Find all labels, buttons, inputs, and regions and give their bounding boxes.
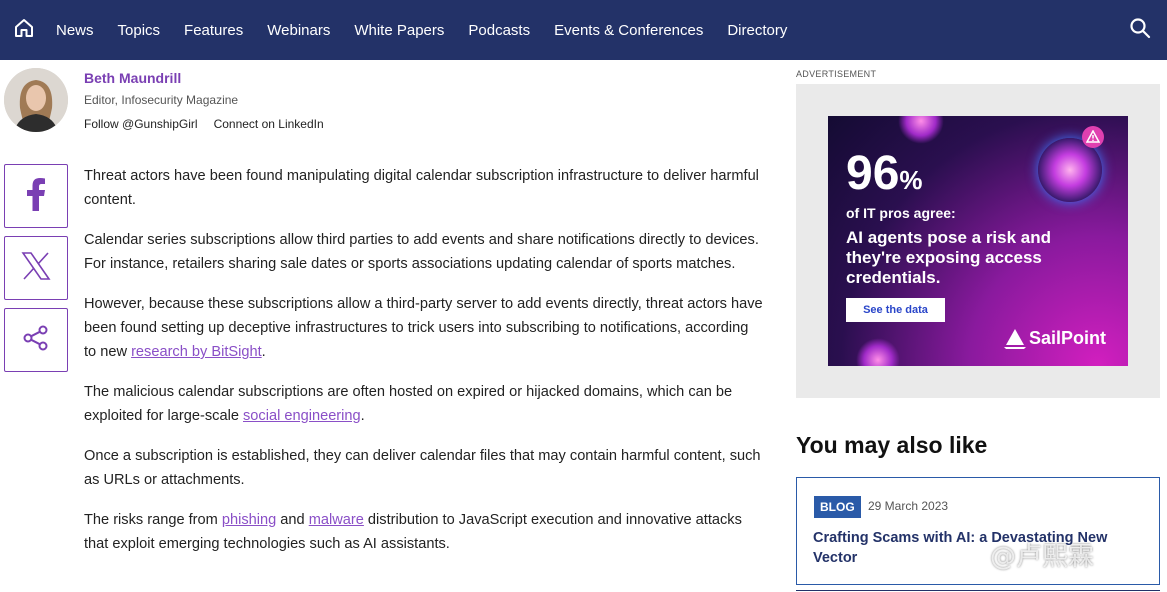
- facebook-icon: [26, 177, 46, 216]
- share-button[interactable]: [4, 308, 68, 372]
- sailpoint-sail-icon: [1004, 328, 1026, 349]
- follow-twitter-link[interactable]: Follow @GunshipGirl: [84, 117, 198, 131]
- sailpoint-logo: SailPoint: [1004, 328, 1106, 349]
- home-icon[interactable]: [13, 17, 35, 39]
- malware-link[interactable]: malware: [309, 512, 364, 528]
- nav-link-podcasts[interactable]: Podcasts: [468, 22, 530, 39]
- article-paragraph: The malicious calendar subscriptions are…: [84, 380, 764, 428]
- sailpoint-ad-banner[interactable]: 96% of IT pros agree: AI agents pose a r…: [828, 116, 1128, 366]
- bitsight-research-link[interactable]: research by BitSight: [131, 344, 262, 360]
- related-section-title: You may also like: [796, 432, 988, 458]
- section-divider: [796, 590, 1160, 591]
- sailpoint-brand-text: SailPoint: [1029, 328, 1107, 348]
- share-icon: [22, 324, 50, 357]
- ad-subhead: of IT pros agree:: [846, 205, 956, 221]
- nav-link-news[interactable]: News: [56, 22, 94, 39]
- ad-orb-graphic: [898, 116, 944, 144]
- card-date: 29 March 2023: [868, 499, 949, 513]
- connect-linkedin-link[interactable]: Connect on LinkedIn: [214, 117, 324, 131]
- author-role: Editor, Infosecurity Magazine: [84, 93, 239, 107]
- ad-message: AI agents pose a risk and they're exposi…: [846, 228, 1052, 287]
- article-paragraph: Threat actors have been found manipulati…: [84, 168, 759, 208]
- main-nav-links: News Topics Features Webinars White Pape…: [56, 0, 811, 60]
- nav-link-webinars[interactable]: Webinars: [267, 22, 330, 39]
- author-avatar[interactable]: [4, 68, 68, 132]
- ad-orb-graphic: [856, 338, 900, 366]
- article-paragraph: The risks range from phishing and malwar…: [84, 508, 764, 556]
- x-icon: [21, 251, 51, 286]
- article-paragraph: However, because these subscriptions all…: [84, 292, 764, 364]
- ad-stat: 96%: [846, 146, 923, 201]
- search-icon[interactable]: [1129, 17, 1151, 39]
- watermark-text: @卢熙霖: [990, 542, 1095, 572]
- related-article-card[interactable]: BLOG 29 March 2023 Crafting Scams with A…: [796, 477, 1160, 585]
- article-paragraph: Calendar series subscriptions allow thir…: [84, 232, 759, 272]
- nav-link-directory[interactable]: Directory: [727, 22, 787, 39]
- ad-cta-button[interactable]: See the data: [846, 298, 945, 322]
- paragraph-text: and: [276, 512, 309, 528]
- nav-link-events-conferences[interactable]: Events & Conferences: [554, 22, 703, 39]
- nav-link-features[interactable]: Features: [184, 22, 243, 39]
- ad-stat-number: 96: [846, 147, 900, 200]
- share-x-button[interactable]: [4, 236, 68, 300]
- warning-icon: [1082, 126, 1104, 148]
- advertisement-label: ADVERTISEMENT: [796, 69, 877, 79]
- share-facebook-button[interactable]: [4, 164, 68, 228]
- paragraph-text: .: [360, 408, 365, 424]
- article-body: Threat actors have been found manipulati…: [84, 164, 764, 572]
- social-engineering-link[interactable]: social engineering: [243, 408, 361, 424]
- paragraph-text: .: [261, 344, 266, 360]
- blog-badge: BLOG: [814, 496, 861, 518]
- paragraph-text: The risks range from: [84, 512, 222, 528]
- author-name[interactable]: Beth Maundrill: [84, 70, 181, 86]
- paragraph-text: The malicious calendar subscriptions are…: [84, 384, 733, 424]
- author-social-links: Follow @GunshipGirl Connect on LinkedIn: [84, 117, 324, 131]
- ad-stat-unit: %: [899, 165, 923, 195]
- phishing-link[interactable]: phishing: [222, 512, 276, 528]
- article-paragraph: Once a subscription is established, they…: [84, 448, 761, 488]
- nav-link-topics[interactable]: Topics: [118, 22, 161, 39]
- nav-link-white-papers[interactable]: White Papers: [354, 22, 444, 39]
- top-navigation-bar: News Topics Features Webinars White Pape…: [0, 0, 1167, 60]
